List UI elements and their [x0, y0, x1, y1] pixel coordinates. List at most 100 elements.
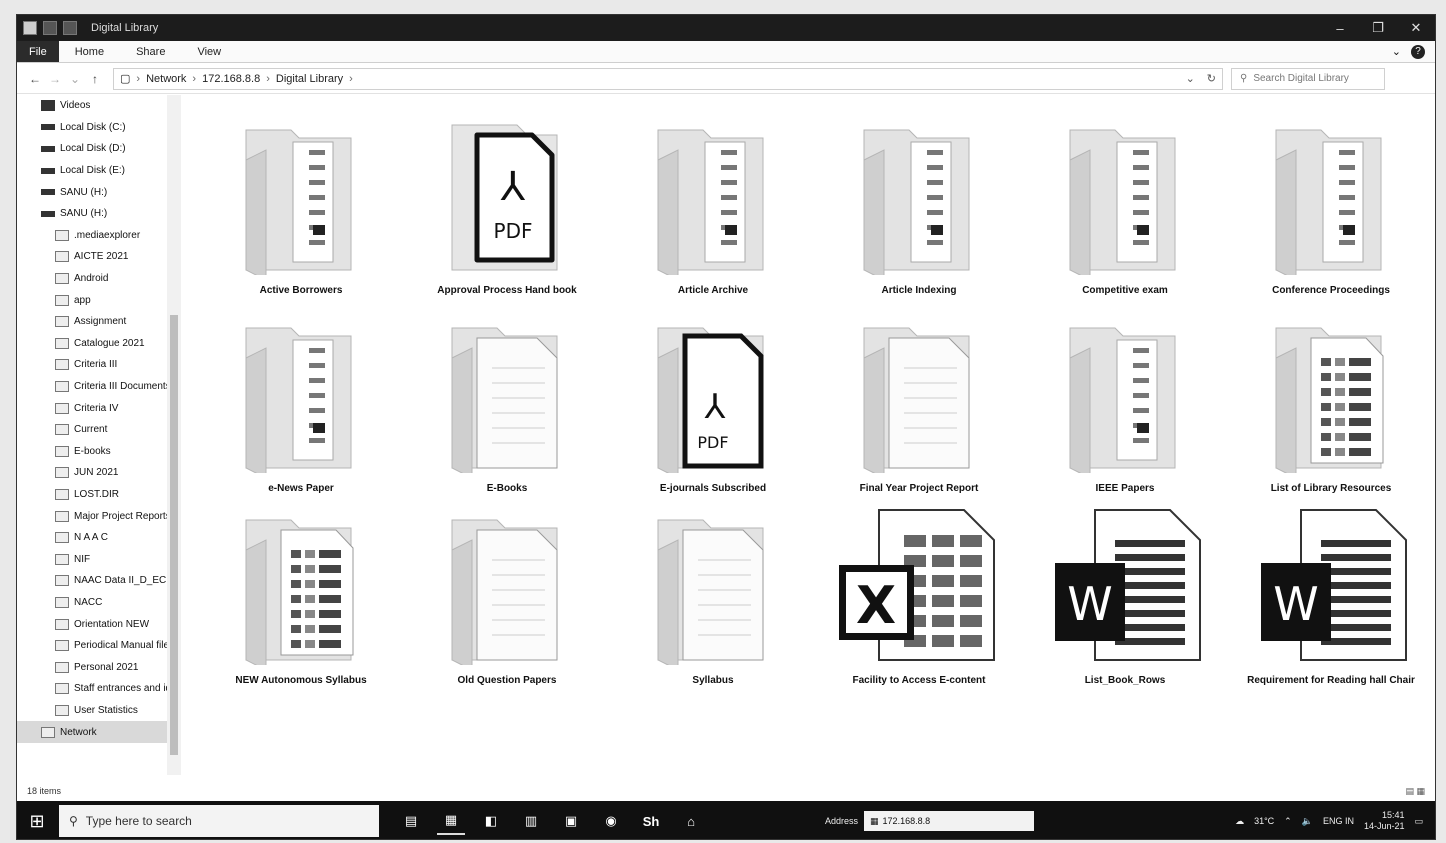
- calculator-icon[interactable]: ▣: [557, 807, 585, 835]
- file-item[interactable]: E-Books: [407, 313, 607, 503]
- file-item[interactable]: ⅄ PDF E-journals Subscribed: [613, 313, 813, 503]
- chevron-down-icon[interactable]: ⌄: [65, 72, 85, 86]
- chevron-up-icon[interactable]: ⌃: [1284, 816, 1292, 827]
- notifications-icon[interactable]: ▭: [1414, 816, 1423, 827]
- nav-item[interactable]: Orientation NEW: [17, 613, 180, 635]
- nav-item-label: Staff entrances and id: [74, 683, 172, 695]
- nav-item[interactable]: User Statistics: [17, 700, 180, 722]
- file-item[interactable]: Active Borrowers: [201, 115, 401, 305]
- file-item[interactable]: NEW Autonomous Syllabus: [201, 505, 401, 695]
- refresh-icon[interactable]: ↻: [1207, 72, 1216, 85]
- nav-item-label: SANU (H:): [60, 208, 108, 220]
- windows-start-icon[interactable]: ⊞: [17, 801, 57, 839]
- file-explorer-icon[interactable]: ▦: [437, 807, 465, 835]
- nav-item[interactable]: Major Project Reports: [17, 505, 180, 527]
- tab-view[interactable]: View: [181, 41, 237, 62]
- nav-item-label: Local Disk (C:): [60, 121, 126, 133]
- excel-app-icon[interactable]: ◧: [477, 807, 505, 835]
- language-indicator[interactable]: ENG IN: [1323, 816, 1354, 826]
- file-item[interactable]: Article Indexing: [819, 115, 1019, 305]
- minimize-button[interactable]: –: [1321, 15, 1359, 41]
- file-item[interactable]: e-News Paper: [201, 313, 401, 503]
- store-icon[interactable]: ⌂: [677, 807, 705, 835]
- nav-item[interactable]: LOST.DIR: [17, 484, 180, 506]
- file-item[interactable]: W List_Book_Rows: [1025, 505, 1225, 695]
- svg-text:⅄: ⅄: [704, 387, 726, 427]
- nav-scrollbar[interactable]: [167, 95, 181, 775]
- file-item[interactable]: IEEE Papers: [1025, 313, 1225, 503]
- nav-item[interactable]: Videos: [17, 95, 180, 117]
- chrome-icon[interactable]: ◉: [597, 807, 625, 835]
- nav-item[interactable]: SANU (H:): [17, 181, 180, 203]
- file-item[interactable]: Competitive exam: [1025, 115, 1225, 305]
- nav-item[interactable]: Criteria III Documents: [17, 376, 180, 398]
- tab-share[interactable]: Share: [120, 41, 181, 62]
- chevron-down-icon[interactable]: ⌄: [1392, 45, 1401, 58]
- tab-file[interactable]: File: [17, 41, 59, 62]
- tab-home[interactable]: Home: [59, 41, 120, 62]
- scroll-thumb[interactable]: [170, 315, 178, 755]
- up-arrow-icon[interactable]: ↑: [85, 72, 105, 86]
- address-bar[interactable]: ▢ › Network › 172.168.8.8 › Digital Libr…: [113, 67, 1223, 90]
- nav-item-label: NAAC Data II_D_ECE: [74, 575, 173, 587]
- file-label: Article Indexing: [881, 285, 957, 296]
- nav-item[interactable]: NAAC Data II_D_ECE: [17, 570, 180, 592]
- help-icon[interactable]: ?: [1411, 44, 1425, 59]
- breadcrumb-network[interactable]: Network: [146, 73, 186, 85]
- nav-item[interactable]: JUN 2021: [17, 462, 180, 484]
- nav-item[interactable]: Assignment: [17, 311, 180, 333]
- file-item[interactable]: Conference Proceedings: [1231, 115, 1431, 305]
- forward-arrow-icon[interactable]: →: [45, 72, 65, 86]
- nav-item[interactable]: Local Disk (D:): [17, 138, 180, 160]
- nav-item[interactable]: E-books: [17, 441, 180, 463]
- file-item[interactable]: X Facility to Access E-content: [819, 505, 1019, 695]
- koha-app-icon[interactable]: Sh: [637, 807, 665, 835]
- file-item[interactable]: List of Library Resources: [1231, 313, 1431, 503]
- nav-item[interactable]: AICTE 2021: [17, 246, 180, 268]
- nav-item[interactable]: Android: [17, 268, 180, 290]
- breadcrumb-digital-library[interactable]: Digital Library: [276, 73, 343, 85]
- properties-icon[interactable]: [43, 21, 57, 35]
- nav-item-label: Orientation NEW: [74, 618, 150, 630]
- folder-icon: [23, 21, 37, 35]
- taskbar-search-input[interactable]: ⚲ Type here to search: [59, 805, 379, 837]
- new-folder-icon[interactable]: [63, 21, 77, 35]
- nav-item[interactable]: N A A C: [17, 527, 180, 549]
- nav-item[interactable]: Criteria IV: [17, 397, 180, 419]
- nav-item[interactable]: Network: [17, 721, 180, 743]
- nav-item[interactable]: Current: [17, 419, 180, 441]
- temperature[interactable]: 31°C: [1254, 816, 1274, 826]
- word-app-icon[interactable]: ▥: [517, 807, 545, 835]
- nav-item[interactable]: Local Disk (E:): [17, 160, 180, 182]
- address-toolbar-input[interactable]: ▦ 172.168.8.8: [864, 811, 1035, 831]
- nav-item[interactable]: SANU (H:): [17, 203, 180, 225]
- file-item[interactable]: Syllabus: [613, 505, 813, 695]
- file-label: Active Borrowers: [259, 285, 343, 296]
- nav-item[interactable]: Personal 2021: [17, 656, 180, 678]
- nav-item[interactable]: NIF: [17, 548, 180, 570]
- breadcrumb-server[interactable]: 172.168.8.8: [202, 73, 260, 85]
- nav-item[interactable]: .mediaexplorer: [17, 225, 180, 247]
- clock[interactable]: 15:41 14-Jun-21: [1364, 810, 1405, 833]
- file-item[interactable]: Final Year Project Report: [819, 313, 1019, 503]
- search-input[interactable]: ⚲ Search Digital Library: [1231, 67, 1385, 90]
- maximize-button[interactable]: ❐: [1359, 15, 1397, 41]
- chevron-down-icon[interactable]: ⌄: [1186, 72, 1195, 85]
- nav-item[interactable]: app: [17, 289, 180, 311]
- file-item[interactable]: W Requirement for Reading hall Chair: [1231, 505, 1431, 695]
- file-item[interactable]: ⅄ PDF Approval Process Hand book: [407, 115, 607, 305]
- close-button[interactable]: ✕: [1397, 15, 1435, 41]
- back-arrow-icon[interactable]: ←: [25, 72, 45, 86]
- nav-item[interactable]: NACC: [17, 592, 180, 614]
- nav-item[interactable]: Staff entrances and id: [17, 678, 180, 700]
- weather-icon[interactable]: ☁: [1235, 816, 1244, 827]
- nav-item[interactable]: Catalogue 2021: [17, 333, 180, 355]
- nav-item[interactable]: Criteria III: [17, 354, 180, 376]
- nav-item[interactable]: Local Disk (C:): [17, 117, 180, 139]
- volume-icon[interactable]: 🔈: [1302, 816, 1313, 827]
- file-item[interactable]: Article Archive: [613, 115, 813, 305]
- nav-item[interactable]: Periodical Manual file: [17, 635, 180, 657]
- file-item[interactable]: Old Question Papers: [407, 505, 607, 695]
- view-toggle-icons[interactable]: ▤ ▦: [1405, 786, 1435, 797]
- task-view-icon[interactable]: ▤: [397, 807, 425, 835]
